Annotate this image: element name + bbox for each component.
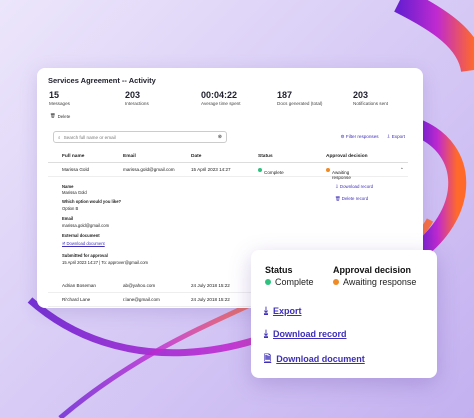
clear-search-icon[interactable]: ⊗ xyxy=(218,134,222,140)
table-header: Full name Email Date Status Approval dec… xyxy=(48,152,408,163)
status-value: Complete xyxy=(265,277,314,287)
delete-record-link[interactable]: 🗑 Delete record xyxy=(335,196,368,202)
delete-button[interactable]: 🗑 Delete xyxy=(50,113,70,119)
search-icon: ⌕ xyxy=(58,134,61,140)
stat-notifications: 203 Notifications sent xyxy=(353,90,388,106)
stat-interactions: 203 Interactions xyxy=(125,90,149,106)
status-label: Status xyxy=(265,265,293,275)
chevron-up-icon[interactable]: ⌃ xyxy=(400,167,404,173)
export-link[interactable]: ⇩ Export xyxy=(387,134,405,140)
stat-docs-generated: 187 Docs generated (total) xyxy=(277,90,323,106)
download-icon: ⤓ xyxy=(264,305,268,315)
card-title: Services Agreement -- Activity xyxy=(48,76,156,85)
stat-messages: 15 Messages xyxy=(49,90,70,106)
awaiting-dot-icon xyxy=(333,279,339,285)
download-record-button[interactable]: ⤓ Download record xyxy=(264,328,347,339)
decision-value: Awaiting response xyxy=(333,277,416,287)
search-input[interactable]: ⌕ Search full name or email ⊗ xyxy=(53,131,227,143)
download-icon: ⤓ xyxy=(264,328,268,338)
filter-responses-link[interactable]: ⚙ Filter responses xyxy=(340,134,378,140)
complete-dot-icon xyxy=(265,279,271,285)
export-button[interactable]: ⤓ Export xyxy=(264,305,302,316)
approval-decision-label: Approval decision xyxy=(333,265,412,275)
stat-average-time: 00:04:22 Average time spent xyxy=(201,90,241,106)
trash-icon: 🗑 xyxy=(50,113,56,118)
download-document-link[interactable]: 🗎 Download document xyxy=(62,241,105,248)
document-icon: 🗎 xyxy=(264,353,272,363)
record-actions-popup: Status Approval decision Complete Awaiti… xyxy=(251,250,437,378)
download-document-button[interactable]: 🗎 Download document xyxy=(264,351,365,367)
table-row[interactable]: Marissa Gold marissa.gold@gmail.com 15 A… xyxy=(48,164,408,180)
download-record-link[interactable]: ⇩ Download record xyxy=(335,184,373,190)
